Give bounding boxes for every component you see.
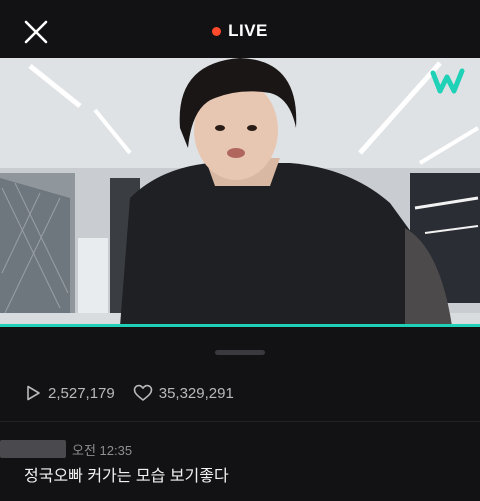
like-count[interactable]: 35,329,291 — [133, 384, 234, 402]
comment-timestamp: 오전 12:35 — [72, 442, 133, 458]
stats-row: 2,527,179 35,329,291 — [24, 384, 234, 402]
top-bar: LIVE — [0, 0, 480, 58]
like-count-value: 35,329,291 — [158, 384, 234, 402]
video-player[interactable] — [0, 58, 480, 326]
play-icon — [27, 385, 40, 401]
video-progress-bar[interactable] — [0, 324, 480, 327]
play-count-value: 2,527,179 — [48, 384, 115, 402]
heart-icon — [133, 384, 153, 401]
comment-username-redacted — [0, 440, 66, 458]
video-frame — [0, 58, 480, 326]
weverse-logo — [430, 68, 465, 94]
divider — [0, 421, 480, 422]
sheet-drag-handle[interactable] — [215, 350, 265, 355]
comment-item[interactable]: 오전 12:35 정국오빠 커가는 모습 보기좋다 — [0, 440, 480, 485]
play-count: 2,527,179 — [24, 384, 115, 402]
comment-text: 정국오빠 커가는 모습 보기좋다 — [24, 468, 229, 485]
live-dot — [212, 26, 222, 36]
comment-meta: 오전 12:35 — [0, 440, 480, 458]
live-label: LIVE — [228, 21, 268, 40]
live-indicator: LIVE — [0, 21, 480, 41]
